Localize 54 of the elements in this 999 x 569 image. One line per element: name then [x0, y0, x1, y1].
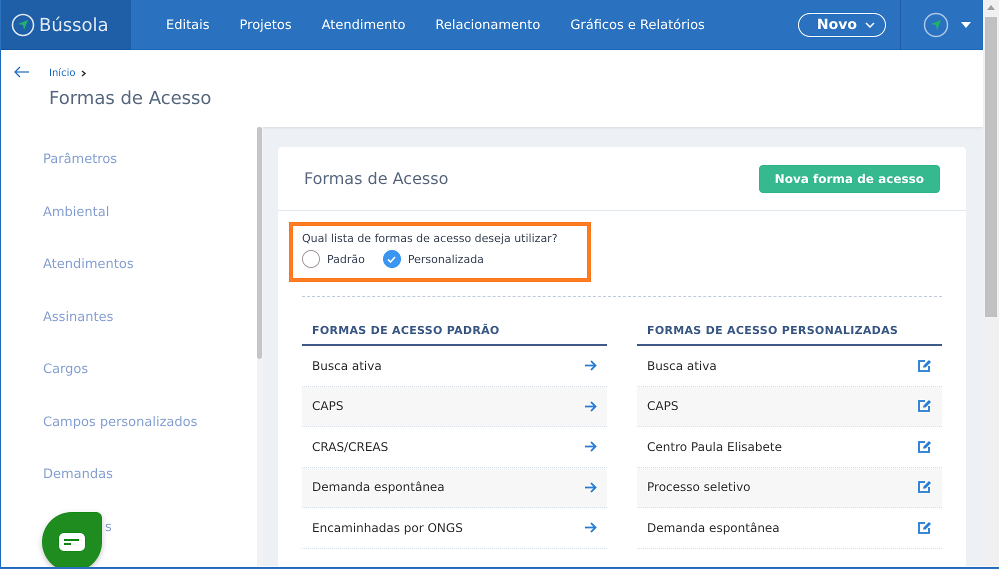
sidebar-item[interactable]: Demandas	[1, 467, 257, 520]
nav-item[interactable]: Atendimento	[306, 18, 420, 32]
user-avatar-icon[interactable]	[923, 12, 949, 38]
chevron-down-icon	[865, 22, 875, 28]
row-label: Processo seletivo	[647, 480, 751, 494]
sidebar-item[interactable]: s	[1, 520, 257, 567]
row-label: CAPS	[312, 399, 344, 414]
arrow-right-icon[interactable]	[584, 400, 597, 412]
chevron-right-icon	[81, 70, 86, 77]
row-label: Demanda espontânea	[647, 520, 780, 535]
new-dropdown-button[interactable]: Novo	[798, 13, 886, 37]
nav-item[interactable]: Gráficos e Relatórios	[555, 18, 720, 32]
question-text: Qual lista de formas de acesso deseja utilizar?	[302, 232, 559, 245]
nav-item[interactable]: Relacionamento	[420, 18, 556, 32]
row-label: Busca ativa	[647, 358, 717, 373]
breadcrumb-link[interactable]: Início	[49, 68, 76, 79]
edit-icon[interactable]	[917, 399, 932, 414]
sidebar-item[interactable]: Cargos	[1, 362, 257, 414]
chat-bubble-icon	[59, 533, 85, 551]
sidebar-item[interactable]: Atendimentos	[1, 257, 257, 310]
nav-item[interactable]: Editais	[151, 18, 225, 32]
sidebar-item[interactable]: Parâmetros	[1, 152, 257, 204]
row-label: Demanda espontânea	[312, 480, 445, 494]
compass-logo-icon	[11, 13, 35, 37]
scrollbar-thumb[interactable]	[257, 127, 262, 359]
scroll-up-icon[interactable]	[987, 5, 995, 10]
card-title: Formas de Acesso	[304, 169, 448, 188]
sidebar-item[interactable]: Campos personalizados	[1, 414, 257, 467]
nav-item[interactable]: Projetos	[224, 18, 307, 32]
list-heading: FORMAS DE ACESSO PADRÃO	[302, 317, 607, 346]
sidebar-item[interactable]: Ambiental	[1, 204, 257, 257]
edit-icon[interactable]	[917, 440, 932, 454]
arrow-right-icon[interactable]	[584, 441, 597, 452]
radio-option[interactable]: Personalizada	[382, 250, 484, 268]
row-label: Busca ativa	[312, 358, 382, 373]
row-label: Encaminhadas por ONGS	[312, 520, 463, 535]
page-title: Formas de Acesso	[49, 88, 212, 109]
list-heading: FORMAS DE ACESSO PERSONALIZADAS	[637, 317, 942, 346]
back-arrow-icon[interactable]	[14, 66, 30, 78]
arrow-right-icon[interactable]	[584, 360, 597, 372]
scrollbar-thumb[interactable]	[985, 17, 997, 317]
edit-icon[interactable]	[917, 480, 932, 494]
logo-text: Bússola	[39, 14, 109, 36]
arrow-right-icon[interactable]	[584, 482, 597, 493]
edit-icon[interactable]	[917, 358, 932, 373]
row-label: Centro Paula Elisabete	[647, 440, 782, 454]
new-access-button[interactable]: Nova forma de acesso	[758, 164, 940, 192]
row-label: CAPS	[647, 399, 678, 414]
row-label: CRAS/CREAS	[312, 440, 388, 454]
radio-option[interactable]: Padrão	[302, 250, 365, 268]
caret-down-icon[interactable]	[961, 22, 971, 28]
edit-icon[interactable]	[917, 520, 932, 535]
arrow-right-icon[interactable]	[584, 522, 597, 534]
sidebar-item[interactable]: Assinantes	[1, 310, 257, 362]
